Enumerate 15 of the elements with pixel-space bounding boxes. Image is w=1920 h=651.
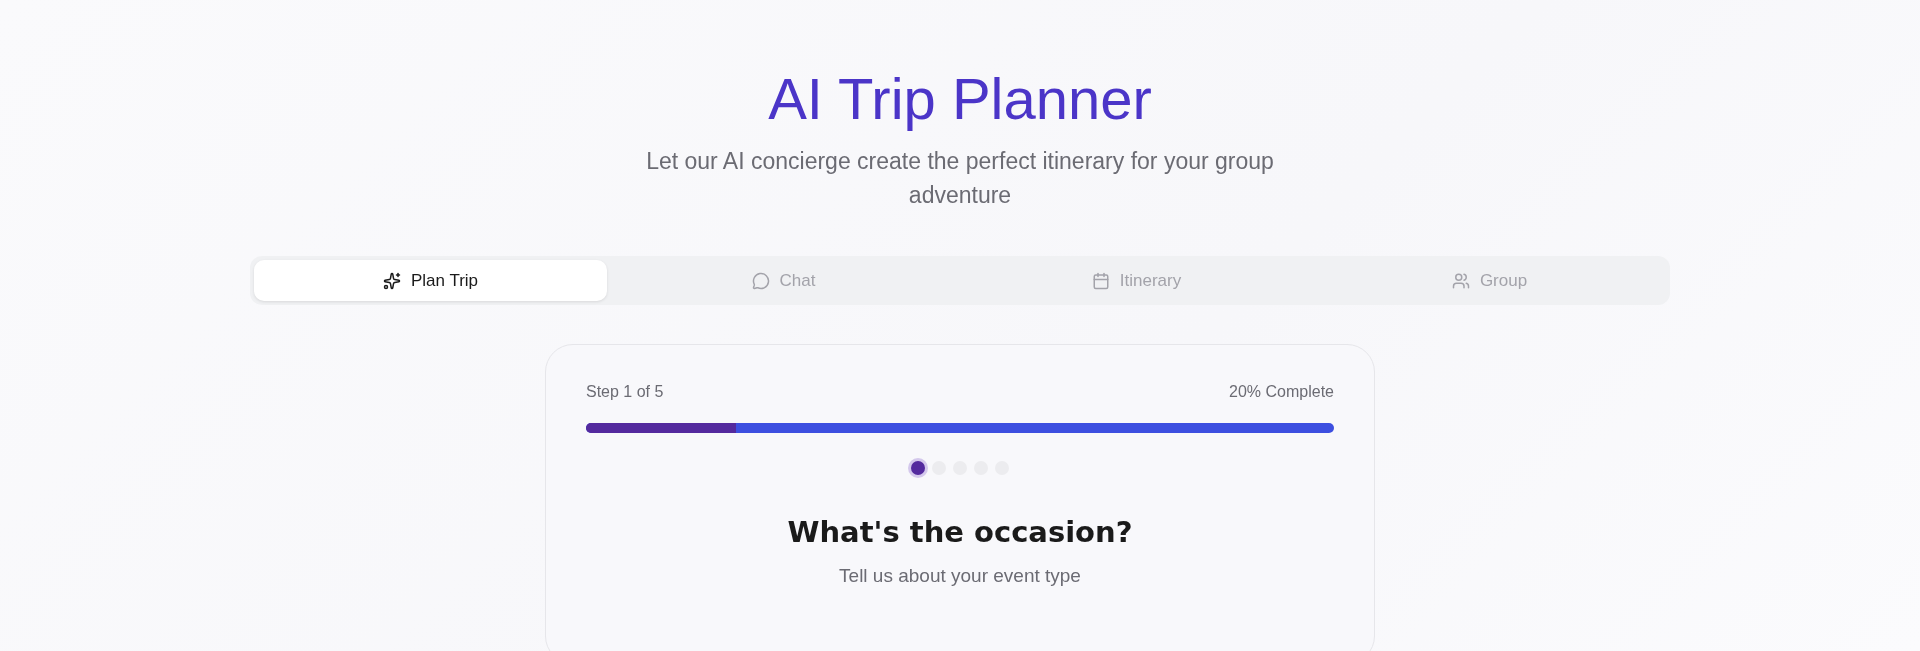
sparkles-icon	[382, 271, 401, 290]
chat-bubble-icon	[751, 271, 770, 290]
question-hint: Tell us about your event type	[839, 565, 1081, 587]
page-title: AI Trip Planner	[768, 65, 1152, 133]
step-label: Step 1 of 5	[586, 383, 664, 401]
users-icon	[1451, 271, 1470, 290]
tab[interactable]: Group	[1313, 260, 1666, 301]
tab[interactable]: Plan Trip	[254, 260, 607, 301]
question-heading: What's the occasion?	[787, 515, 1133, 549]
progress-percent: 20% Complete	[1229, 383, 1334, 401]
calendar-icon	[1091, 271, 1110, 290]
page-subtitle: Let our AI concierge create the perfect itinerary for your group adventure	[645, 147, 1275, 210]
tab[interactable]: Itinerary	[960, 260, 1313, 301]
step-dot[interactable]	[911, 461, 925, 475]
tab[interactable]: Chat	[607, 260, 960, 301]
